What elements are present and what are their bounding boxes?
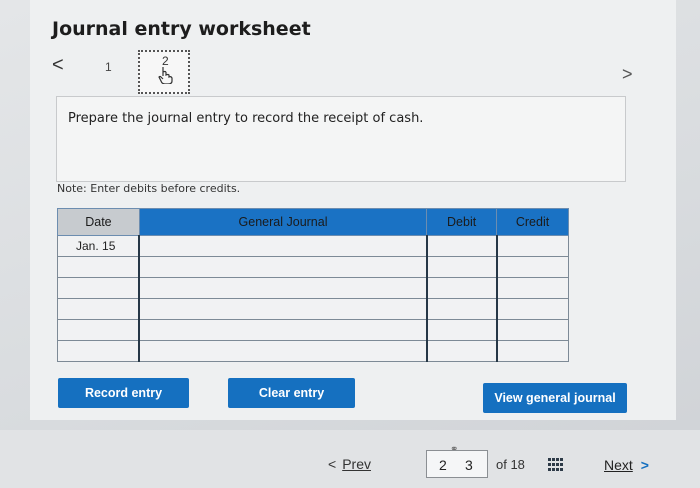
header-credit: Credit <box>496 208 569 236</box>
account-input[interactable] <box>138 235 428 257</box>
record-entry-button[interactable]: Record entry <box>58 378 189 408</box>
account-input[interactable] <box>138 319 428 341</box>
table-row: Jan. 15 <box>57 235 569 257</box>
debit-input[interactable] <box>425 235 498 257</box>
instruction-box: Prepare the journal entry to record the … <box>56 96 626 182</box>
clear-entry-button[interactable]: Clear entry <box>228 378 355 408</box>
credit-input[interactable] <box>495 319 569 341</box>
prev-button[interactable]: < Prev <box>328 456 371 472</box>
page-selector: ⚭ 2 3 <box>426 444 488 478</box>
instruction-text: Prepare the journal entry to record the … <box>68 111 424 126</box>
account-input[interactable] <box>138 298 428 320</box>
debit-input[interactable] <box>425 340 498 362</box>
page-current[interactable]: 2 <box>439 457 447 473</box>
credit-input[interactable] <box>495 340 569 362</box>
date-cell <box>57 256 140 278</box>
account-input[interactable] <box>138 340 428 362</box>
link-icon: ⚭ <box>450 444 459 455</box>
account-input[interactable] <box>138 256 428 278</box>
credit-input[interactable] <box>495 277 569 299</box>
next-button[interactable]: Next > <box>604 457 649 473</box>
table-row <box>57 340 569 362</box>
debit-input[interactable] <box>425 319 498 341</box>
table-row <box>57 256 569 278</box>
table-row <box>57 298 569 320</box>
table-row <box>57 319 569 341</box>
credit-input[interactable] <box>495 256 569 278</box>
date-cell <box>57 319 140 341</box>
chevron-right-icon: > <box>640 457 649 473</box>
credit-input[interactable] <box>495 298 569 320</box>
header-date: Date <box>57 208 140 236</box>
date-cell <box>57 298 140 320</box>
header-debit: Debit <box>426 208 498 236</box>
chevron-left-icon: < <box>328 456 337 472</box>
credit-input[interactable] <box>495 235 569 257</box>
page-title: Journal entry worksheet <box>52 18 311 40</box>
prev-label: Prev <box>342 456 371 472</box>
table-row <box>57 277 569 299</box>
grid-icon[interactable] <box>548 458 564 472</box>
account-input[interactable] <box>138 277 428 299</box>
prev-step-arrow[interactable]: < <box>52 55 70 75</box>
journal-entry-table: Date General Journal Debit Credit Jan. 1… <box>57 208 569 362</box>
debit-input[interactable] <box>425 277 498 299</box>
next-step-arrow[interactable]: > <box>622 64 633 85</box>
view-general-journal-button[interactable]: View general journal <box>483 383 627 413</box>
step-tab-1[interactable]: 1 <box>105 60 112 74</box>
next-label: Next <box>604 457 633 473</box>
debit-input[interactable] <box>425 256 498 278</box>
debit-input[interactable] <box>425 298 498 320</box>
date-cell <box>57 277 140 299</box>
note-text: Note: Enter debits before credits. <box>57 182 241 195</box>
step-tab-2[interactable]: 2 <box>138 50 190 94</box>
page-total: of 18 <box>496 457 525 472</box>
hand-pointer-icon <box>158 67 173 84</box>
date-cell <box>57 340 140 362</box>
date-cell: Jan. 15 <box>57 235 140 257</box>
page-next[interactable]: 3 <box>465 457 473 473</box>
header-general-journal: General Journal <box>138 208 428 236</box>
